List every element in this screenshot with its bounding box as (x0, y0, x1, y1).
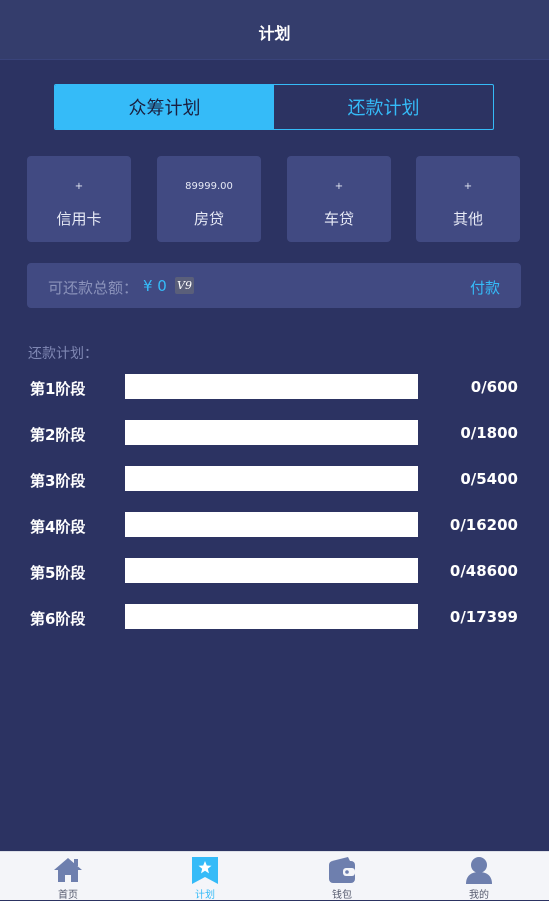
nav-item-home[interactable]: 首页 (18, 852, 118, 901)
category-card-credit-card[interactable]: + 信用卡 (27, 156, 131, 242)
category-card-car-loan[interactable]: + 车贷 (287, 156, 391, 242)
category-cards: + 信用卡 89999.00 房贷 + 车贷 + 其他 (27, 156, 521, 242)
vip-level-badge: V9 (175, 277, 194, 294)
star-bookmark-icon (192, 857, 218, 884)
repayment-plan-heading: 还款计划： (28, 346, 98, 362)
category-value: + (334, 181, 344, 192)
page-title: 计划 (258, 24, 291, 43)
stage-progress-bar (125, 558, 418, 583)
stage-progress-text: 0/48600 (449, 562, 518, 580)
stage-progress-text: 0/16200 (449, 516, 518, 534)
stage-row: 第3阶段 0/5400 (0, 466, 549, 492)
stage-row: 第2阶段 0/1800 (0, 420, 549, 446)
stage-progress-bar (125, 420, 418, 445)
stage-label: 第2阶段 (30, 426, 86, 444)
stage-label: 第6阶段 (30, 610, 86, 628)
category-card-mortgage[interactable]: 89999.00 房贷 (157, 156, 261, 242)
category-label: 车贷 (323, 210, 354, 228)
repayable-total-label: 可还款总额： (48, 279, 139, 297)
category-value: 89999.00 (185, 181, 233, 192)
stage-progress-bar (125, 512, 418, 537)
stage-row: 第1阶段 0/600 (0, 374, 549, 400)
stage-label: 第4阶段 (30, 518, 86, 536)
home-icon (54, 858, 82, 882)
category-label: 房贷 (193, 210, 224, 228)
category-label: 信用卡 (56, 210, 102, 228)
stage-row: 第5阶段 0/48600 (0, 558, 549, 584)
repayable-total-amount: ¥ 0 (143, 277, 167, 295)
category-value: + (463, 181, 473, 192)
pay-button[interactable]: 付款 (470, 277, 500, 298)
nav-item-mine[interactable]: 我的 (429, 852, 529, 901)
plan-tabs: 众筹计划 还款计划 (54, 84, 494, 130)
stage-progress-text: 0/600 (470, 378, 518, 396)
wallet-icon (329, 857, 355, 883)
category-value: + (74, 181, 84, 192)
stage-label: 第3阶段 (30, 472, 86, 490)
stage-progress-text: 0/17399 (449, 608, 518, 626)
nav-item-wallet[interactable]: 钱包 (292, 852, 392, 901)
stage-progress-bar (125, 466, 418, 491)
stage-label: 第5阶段 (30, 564, 86, 582)
category-label: 其他 (452, 210, 483, 228)
stage-progress-bar (125, 374, 418, 399)
bottom-nav: 首页 计划 钱包 我的 (0, 851, 549, 901)
header-bar: 计划 (0, 0, 549, 60)
repayable-total-bar: 可还款总额： ¥ 0 V9 付款 (27, 263, 521, 308)
stage-label: 第1阶段 (30, 380, 86, 398)
tab-crowdfunding-plan[interactable]: 众筹计划 (55, 85, 274, 129)
stage-progress-text: 0/1800 (460, 424, 518, 442)
stage-progress-text: 0/5400 (460, 470, 518, 488)
stage-progress-bar (125, 604, 418, 629)
category-card-other[interactable]: + 其他 (416, 156, 520, 242)
stage-row: 第6阶段 0/17399 (0, 604, 549, 630)
user-icon (466, 857, 492, 884)
tab-repayment-plan[interactable]: 还款计划 (274, 85, 493, 129)
nav-item-plan[interactable]: 计划 (155, 852, 255, 901)
stage-row: 第4阶段 0/16200 (0, 512, 549, 538)
